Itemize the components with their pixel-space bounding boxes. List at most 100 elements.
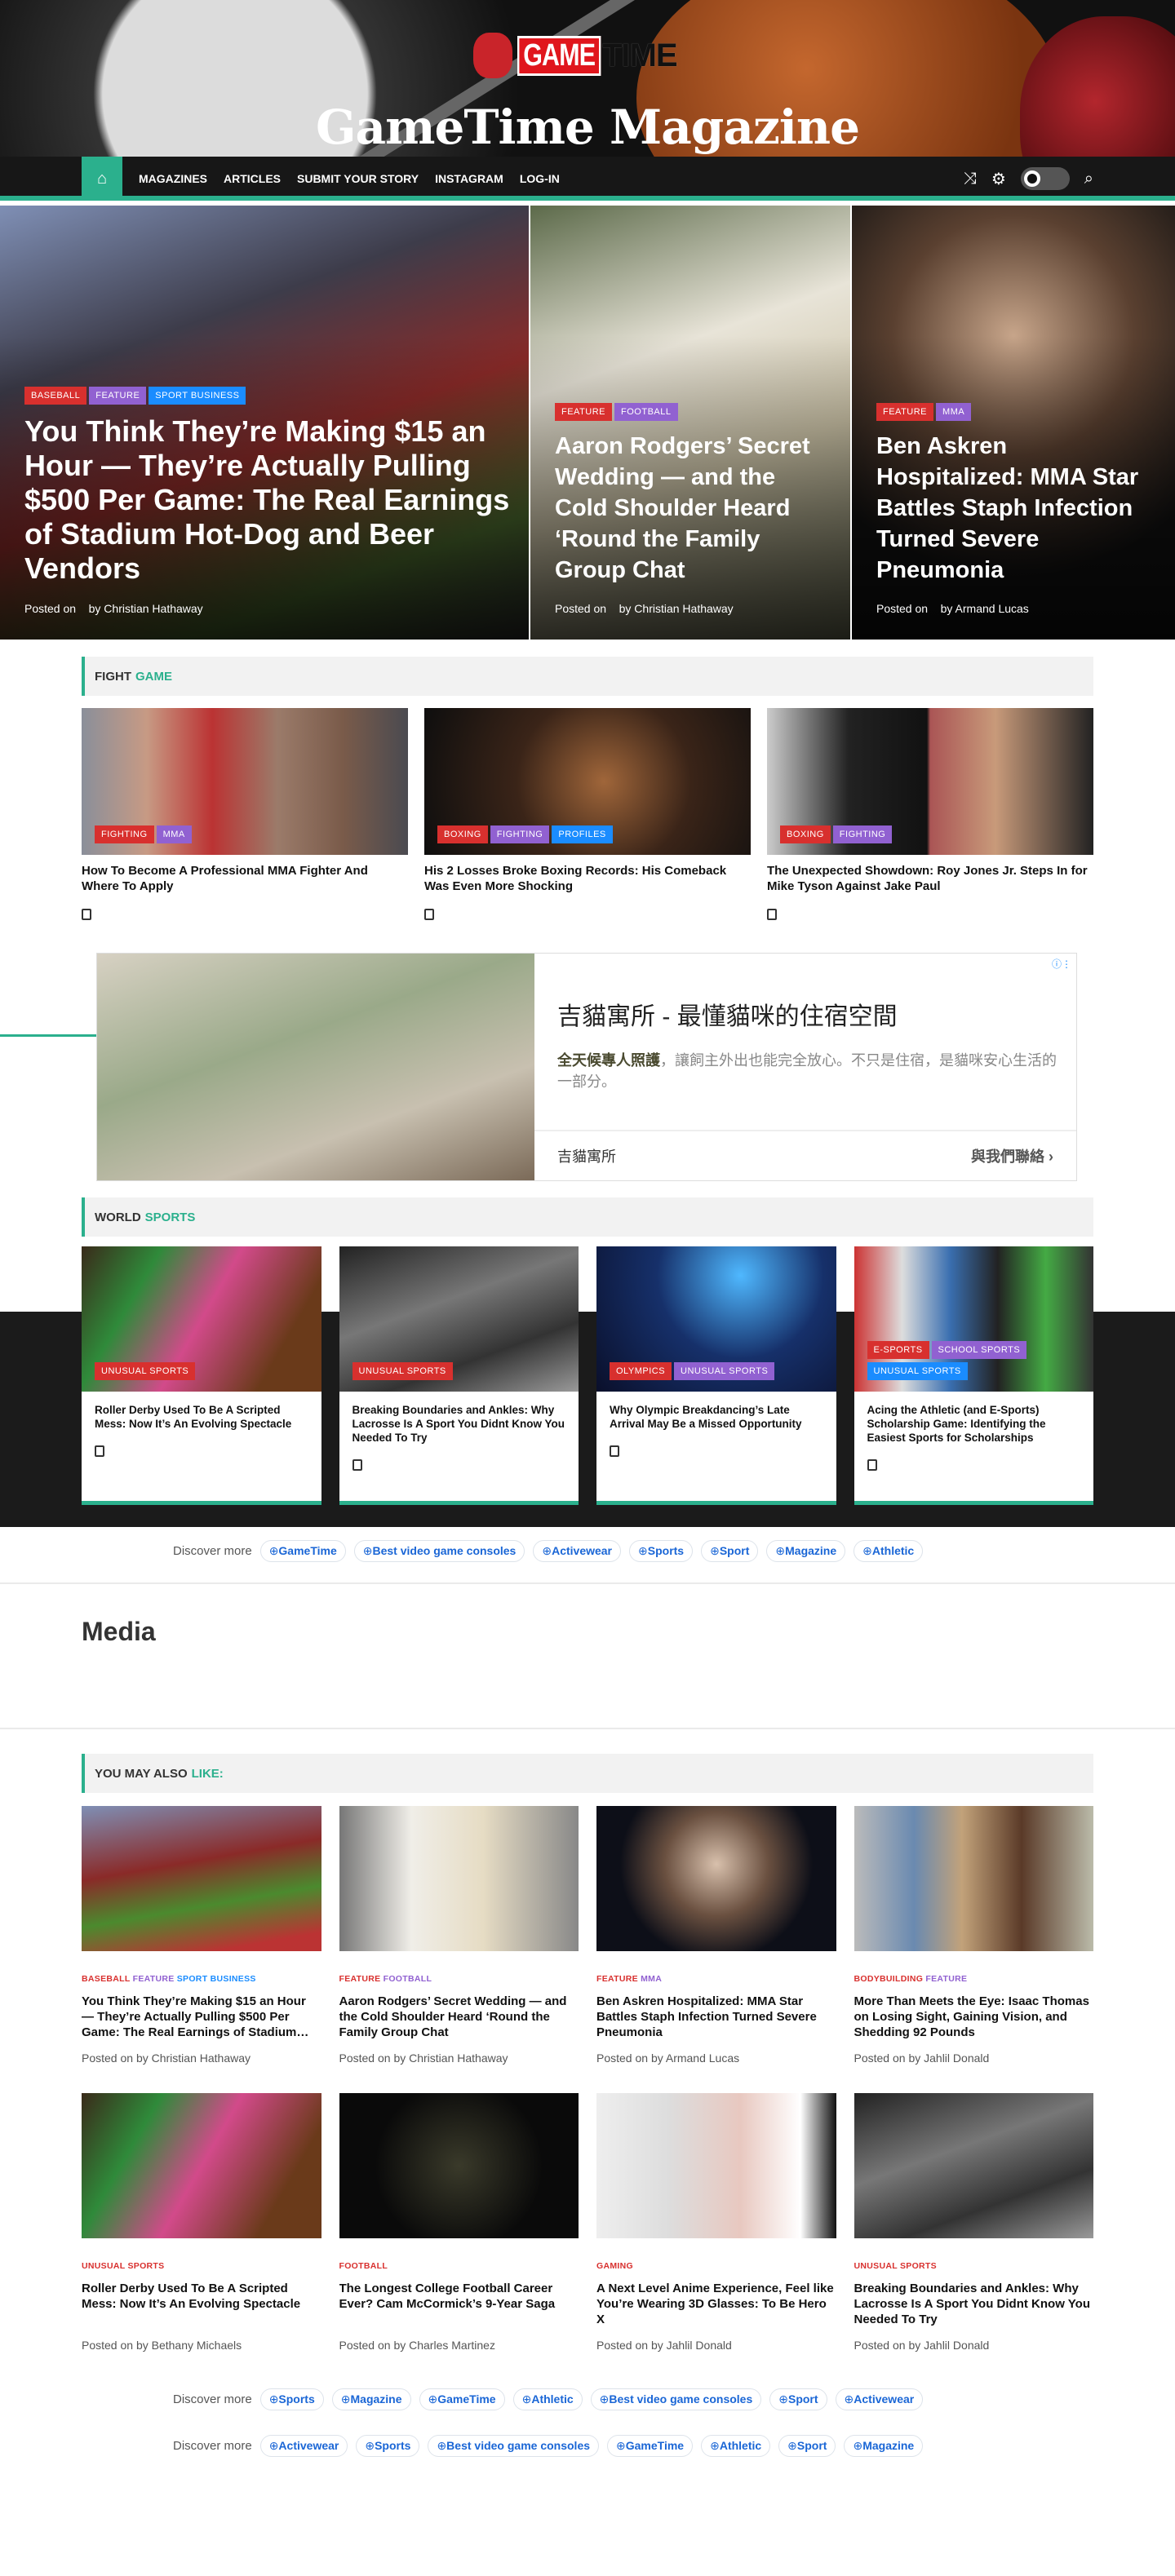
category-link[interactable]: Feature: [596, 1974, 638, 1984]
article-image[interactable]: [339, 1806, 579, 1951]
article-card[interactable]: E-Sports School Sports Unusual Sports Acing…: [854, 1246, 1093, 1505]
category-link[interactable]: Gaming: [596, 2261, 633, 2271]
category-tag[interactable]: MMA: [156, 825, 192, 843]
discover-chip[interactable]: Athletic: [512, 2388, 583, 2410]
discover-chip[interactable]: Sport: [778, 2435, 836, 2457]
site-title[interactable]: GameTime Magazine: [0, 100, 1175, 155]
article-title[interactable]: His 2 Losses Broke Boxing Records: His C…: [424, 863, 751, 894]
discover-chip[interactable]: Athletic: [701, 2435, 771, 2457]
category-tag[interactable]: E-Sports: [867, 1341, 929, 1359]
article-card[interactable]: Fighting MMA How To Become A Professional …: [82, 708, 408, 924]
article-card[interactable]: Unusual Sports Breaking Boundaries and An…: [339, 1246, 579, 1505]
article-card[interactable]: Baseball Feature Sport Business You Thin…: [82, 1806, 321, 2093]
hero-title[interactable]: Ben Askren Hospitalized: MMA Star Battle…: [876, 431, 1157, 586]
category-tag[interactable]: Fighting: [832, 825, 893, 843]
author-link[interactable]: Armand Lucas: [666, 2052, 739, 2065]
author-link[interactable]: Charles Martinez: [409, 2339, 495, 2352]
category-link[interactable]: Feature: [133, 1974, 175, 1984]
hero-title[interactable]: You Think They’re Making $15 an Hour — T…: [24, 414, 511, 586]
article-card[interactable]: Feature Football Aaron Rodgers’ Secret W…: [339, 1806, 579, 2093]
author-link[interactable]: Bethany Michaels: [152, 2339, 242, 2352]
ad-banner[interactable]: ⓘ⋮ 吉貓寓所 - 最懂貓咪的住宿空間 全天候專人照護，讓飼主外出也能完全放心。…: [96, 953, 1077, 1181]
nav-item-magazines[interactable]: MAGAZINES: [139, 172, 207, 185]
category-tag[interactable]: Boxing: [780, 825, 831, 843]
category-link[interactable]: MMA: [641, 1974, 662, 1984]
author-link[interactable]: by Armand Lucas: [941, 602, 1029, 615]
discover-chip[interactable]: Best video game consoles: [353, 1540, 525, 1562]
article-image[interactable]: [82, 2093, 321, 2238]
discover-chip[interactable]: Activewear: [259, 2435, 348, 2457]
discover-chip[interactable]: Sports: [259, 2388, 324, 2410]
discover-chip[interactable]: Best video game consoles: [590, 2388, 762, 2410]
author-link[interactable]: by Christian Hathaway: [619, 602, 734, 615]
discover-chip[interactable]: Sports: [629, 1540, 694, 1562]
hero-article-1[interactable]: Baseball Feature Sport Business You Think T…: [0, 206, 529, 640]
article-card[interactable]: Boxing Fighting Profiles His 2 Losses Broke…: [424, 708, 751, 924]
dark-mode-toggle[interactable]: [1020, 167, 1070, 190]
discover-chip[interactable]: Athletic: [854, 1540, 924, 1562]
article-image[interactable]: [854, 2093, 1093, 2238]
article-title[interactable]: Breaking Boundaries and Ankles: Why Lacr…: [854, 2281, 1094, 2327]
article-card[interactable]: Olympics Unusual Sports Why Olympic Breakd…: [596, 1246, 836, 1505]
category-tag[interactable]: Unusual Sports: [95, 1362, 196, 1380]
discover-chip[interactable]: Magazine: [766, 1540, 846, 1562]
category-tag[interactable]: Fighting: [95, 825, 154, 843]
category-link[interactable]: Bodybuilding: [854, 1974, 924, 1984]
author-link[interactable]: Christian Hathaway: [152, 2052, 251, 2065]
nav-item-submit-your-story[interactable]: SUBMIT YOUR STORY: [297, 172, 419, 185]
hero-article-2[interactable]: Feature Football Aaron Rodgers’ Secret Wed…: [530, 206, 850, 640]
article-card[interactable]: Unusual Sports Breaking Boundaries and A…: [854, 2093, 1094, 2387]
category-link[interactable]: Baseball: [82, 1974, 130, 1984]
article-title[interactable]: Roller Derby Used To Be A Scripted Mess:…: [82, 2281, 321, 2327]
ad-info-icon[interactable]: ⓘ⋮: [1052, 957, 1071, 971]
discover-chip[interactable]: GameTime: [259, 1540, 346, 1562]
category-link[interactable]: Feature: [925, 1974, 967, 1984]
article-image[interactable]: [854, 1806, 1093, 1951]
category-tag[interactable]: Unusual Sports: [352, 1362, 453, 1380]
category-tag[interactable]: Unusual Sports: [674, 1362, 775, 1380]
article-image[interactable]: [596, 2093, 836, 2238]
category-link[interactable]: Football: [384, 1974, 432, 1984]
ad-title[interactable]: 吉貓寓所 - 最懂貓咪的住宿空間: [557, 996, 898, 1032]
discover-chip[interactable]: Sport: [701, 1540, 759, 1562]
category-tag[interactable]: Sport Business: [149, 387, 246, 405]
article-title[interactable]: You Think They’re Making $15 an Hour — T…: [82, 1994, 321, 2040]
category-link[interactable]: Feature: [339, 1974, 381, 1984]
category-link[interactable]: Unusual Sports: [82, 2261, 164, 2271]
article-title[interactable]: Why Olympic Breakdancing’s Late Arrival …: [610, 1403, 823, 1431]
nav-item-articles[interactable]: ARTICLES: [224, 172, 281, 185]
discover-chip[interactable]: Sports: [356, 2435, 420, 2457]
article-card[interactable]: Feature MMA Ben Askren Hospitalized: MMA…: [596, 1806, 836, 2093]
gear-icon[interactable]: ⚙: [991, 169, 1006, 189]
category-link[interactable]: Sport Business: [177, 1974, 256, 1984]
article-image[interactable]: Unusual Sports: [339, 1246, 579, 1392]
article-title[interactable]: Aaron Rodgers’ Secret Wedding — and the …: [339, 1994, 579, 2040]
article-image[interactable]: Unusual Sports: [82, 1246, 321, 1392]
category-tag[interactable]: Baseball: [24, 387, 87, 405]
category-link[interactable]: Unusual Sports: [854, 2261, 937, 2271]
author-link[interactable]: Jahlil Donald: [667, 2339, 732, 2352]
category-tag[interactable]: Olympics: [610, 1362, 672, 1380]
article-card[interactable]: Football The Longest College Football Ca…: [339, 2093, 579, 2387]
category-tag[interactable]: Boxing: [437, 825, 488, 843]
article-card[interactable]: Unusual Sports Roller Derby Used To Be A…: [82, 2093, 321, 2387]
article-title[interactable]: Roller Derby Used To Be A Scripted Mess:…: [95, 1403, 308, 1431]
article-image[interactable]: Boxing Fighting Profiles: [424, 708, 751, 855]
search-icon[interactable]: ⌕: [1084, 170, 1093, 188]
category-tag[interactable]: Feature: [89, 387, 147, 405]
article-image[interactable]: E-Sports School Sports Unusual Sports: [854, 1246, 1093, 1392]
article-title[interactable]: More Than Meets the Eye: Isaac Thomas on…: [854, 1994, 1094, 2040]
article-image[interactable]: Olympics Unusual Sports: [596, 1246, 836, 1392]
category-link[interactable]: Football: [339, 2261, 388, 2271]
article-image[interactable]: Boxing Fighting: [767, 708, 1093, 855]
discover-chip[interactable]: Magazine: [331, 2388, 411, 2410]
category-tag[interactable]: Feature: [876, 403, 934, 421]
discover-chip[interactable]: Magazine: [844, 2435, 924, 2457]
article-image[interactable]: [82, 1806, 321, 1951]
author-link[interactable]: by Christian Hathaway: [89, 602, 203, 615]
discover-chip[interactable]: Activewear: [533, 1540, 622, 1562]
hero-title[interactable]: Aaron Rodgers’ Secret Wedding — and the …: [555, 431, 832, 586]
article-title[interactable]: Breaking Boundaries and Ankles: Why Lacr…: [352, 1403, 566, 1445]
article-title[interactable]: Acing the Athletic (and E-Sports) Schola…: [867, 1403, 1081, 1445]
article-title[interactable]: Ben Askren Hospitalized: MMA Star Battle…: [596, 1994, 836, 2040]
